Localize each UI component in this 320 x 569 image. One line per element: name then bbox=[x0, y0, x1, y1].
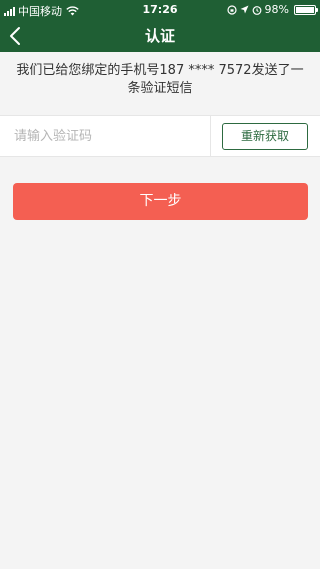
next-step-button[interactable]: 下一步 bbox=[13, 183, 308, 220]
battery-icon bbox=[294, 4, 318, 15]
location-icon bbox=[240, 5, 249, 14]
verification-row: 重新获取 bbox=[0, 115, 320, 157]
page-title: 认证 bbox=[144, 27, 175, 45]
battery-fill bbox=[296, 6, 314, 13]
sms-notice: 我们已给您绑定的手机号187 **** 7572发送了一条验证短信 bbox=[16, 63, 304, 96]
nav-bar: 认证 bbox=[0, 20, 320, 52]
resend-code-button[interactable]: 重新获取 bbox=[222, 123, 308, 150]
orientation-lock-icon bbox=[226, 4, 237, 15]
battery-percent: 98% bbox=[264, 3, 289, 16]
alarm-icon bbox=[252, 5, 261, 15]
divider bbox=[210, 116, 211, 156]
status-bar: 中国移动 17:26 98% bbox=[0, 0, 320, 20]
verification-code-input[interactable] bbox=[0, 116, 210, 156]
status-right: 98% bbox=[226, 3, 318, 16]
